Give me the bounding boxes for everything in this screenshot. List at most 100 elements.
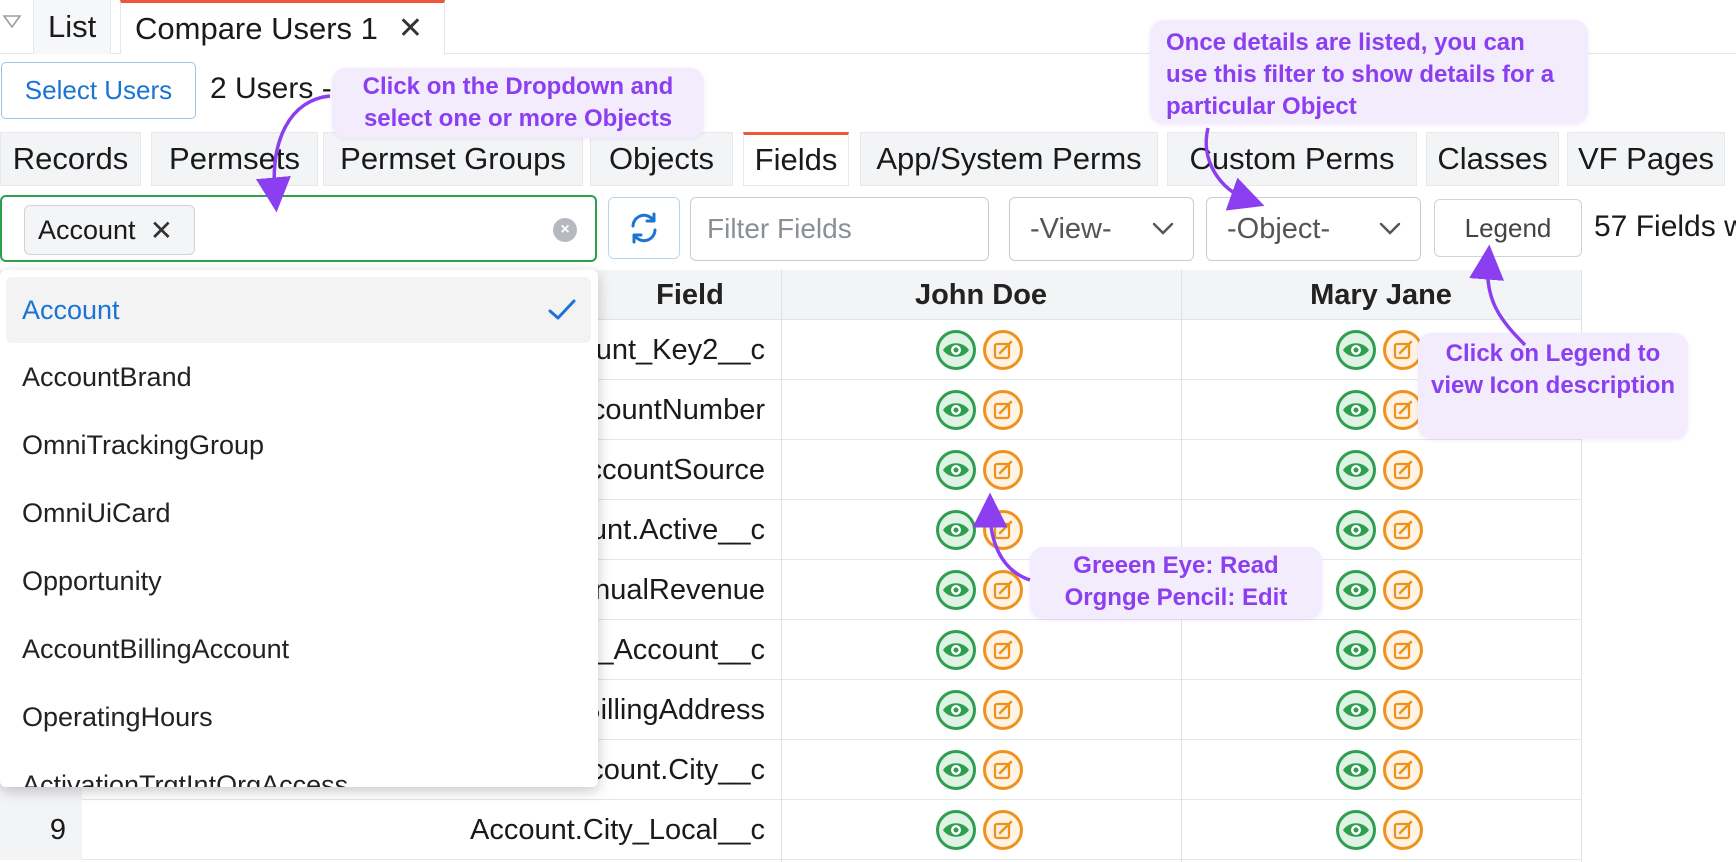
edit-pencil-icon: [1383, 690, 1423, 730]
refresh-icon: [631, 212, 657, 244]
dropdown-option[interactable]: OperatingHours: [6, 684, 591, 750]
object-select-value: -Object-: [1227, 212, 1331, 245]
close-tab-icon[interactable]: ✕: [398, 11, 423, 46]
read-eye-icon: [1336, 330, 1376, 370]
dropdown-option-label: Account: [22, 294, 120, 325]
compare-users-app: List Compare Users 1 ✕ Select Users 2 Us…: [0, 0, 1736, 862]
read-eye-icon: [936, 630, 976, 670]
object-multiselect[interactable]: Account ✕ ×: [0, 195, 597, 262]
object-dropdown-list: Account AccountBrand OmniTrackingGroup O…: [0, 270, 598, 787]
read-eye-icon: [936, 750, 976, 790]
edit-pencil-icon: [1383, 750, 1423, 790]
dropdown-option-label: AccountBrand: [22, 361, 192, 392]
view-select[interactable]: -View-: [1009, 197, 1194, 261]
users-count: 2 Users -: [210, 72, 332, 105]
edit-pencil-icon: [983, 390, 1023, 430]
read-eye-icon: [1336, 510, 1376, 550]
edit-pencil-icon: [983, 570, 1023, 610]
tab-compare-users-label: Compare Users 1: [135, 10, 378, 46]
callout-legend-hint: Click on Legend to view Icon description: [1418, 333, 1688, 439]
read-eye-icon: [936, 690, 976, 730]
edit-pencil-icon: [983, 690, 1023, 730]
read-eye-icon: [1336, 570, 1376, 610]
select-users-button[interactable]: Select Users: [1, 62, 196, 119]
object-select[interactable]: -Object-: [1206, 197, 1421, 261]
read-eye-icon: [936, 510, 976, 550]
read-eye-icon: [936, 810, 976, 850]
chevron-down-icon: [1152, 222, 1174, 235]
row-field-name: Account.City_Local__c: [470, 813, 765, 846]
row-number: 9: [0, 800, 82, 860]
callout-dropdown-hint: Click on the Dropdown and select one or …: [332, 68, 704, 138]
selected-object-label: Account: [38, 214, 136, 245]
dropdown-option[interactable]: Account: [6, 277, 591, 343]
callout-object-filter-hint: Once details are listed, you can use thi…: [1150, 20, 1588, 124]
dropdown-option[interactable]: ActivationTrgtIntOrgAccess: [6, 752, 591, 788]
header-user-1[interactable]: John Doe: [781, 270, 1181, 320]
dropdown-option-label: ActivationTrgtIntOrgAccess: [22, 769, 349, 788]
tab-compare-users[interactable]: Compare Users 1 ✕: [120, 0, 445, 54]
callout-icons-hint: Greeen Eye: Read Orgnge Pencil: Edit: [1030, 547, 1322, 619]
edit-pencil-icon: [1383, 450, 1423, 490]
chevron-down-icon: [1379, 222, 1401, 235]
dropdown-option-label: OperatingHours: [22, 701, 213, 732]
tab-permsets[interactable]: Permsets: [151, 132, 318, 186]
read-eye-icon: [1336, 690, 1376, 730]
edit-pencil-icon: [1383, 330, 1423, 370]
read-eye-icon: [1336, 450, 1376, 490]
table-row: 9 Account.City_Local__c: [0, 800, 1581, 860]
read-eye-icon: [936, 330, 976, 370]
tab-records[interactable]: Records: [0, 132, 141, 186]
dropdown-option-label: OmniUiCard: [22, 497, 171, 528]
legend-button[interactable]: Legend: [1434, 199, 1582, 257]
tab-list-label: List: [48, 9, 97, 44]
read-eye-icon: [936, 570, 976, 610]
read-eye-icon: [936, 450, 976, 490]
edit-pencil-icon: [983, 810, 1023, 850]
read-eye-icon: [1336, 390, 1376, 430]
tab-custom-perms[interactable]: Custom Perms: [1167, 132, 1417, 186]
dropdown-option-label: Opportunity: [22, 565, 162, 596]
view-select-value: -View-: [1030, 212, 1112, 245]
read-eye-icon: [1336, 810, 1376, 850]
edit-pencil-icon: [1383, 810, 1423, 850]
tab-vf-pages[interactable]: VF Pages: [1567, 132, 1725, 186]
header-user-2[interactable]: Mary Jane: [1181, 270, 1581, 320]
dropdown-option-label: OmniTrackingGroup: [22, 429, 265, 460]
read-eye-icon: [1336, 630, 1376, 670]
checkmark-icon: [548, 299, 576, 320]
edit-pencil-icon: [1383, 570, 1423, 610]
dropdown-option[interactable]: Opportunity: [6, 548, 591, 614]
tab-objects[interactable]: Objects: [590, 132, 733, 186]
tab-list[interactable]: List: [33, 0, 111, 54]
selected-object-pill: Account ✕: [24, 205, 195, 255]
tab-fields[interactable]: Fields: [743, 132, 849, 186]
column-divider: [781, 270, 782, 862]
remove-pill-icon[interactable]: ✕: [150, 214, 173, 247]
dropdown-option[interactable]: AccountBrand: [6, 344, 591, 410]
tab-permset-groups[interactable]: Permset Groups: [323, 132, 583, 186]
filter-fields-input[interactable]: [690, 197, 989, 261]
sub-tab-bar: Records Permsets Permset Groups Objects …: [0, 132, 1736, 186]
edit-pencil-icon: [983, 330, 1023, 370]
tab-classes[interactable]: Classes: [1426, 132, 1559, 186]
edit-pencil-icon: [983, 630, 1023, 670]
dropdown-option[interactable]: OmniUiCard: [6, 480, 591, 546]
dropdown-option-label: AccountBillingAccount: [22, 633, 290, 664]
edit-pencil-icon: [983, 510, 1023, 550]
dropdown-option[interactable]: OmniTrackingGroup: [6, 412, 591, 478]
edit-pencil-icon: [1383, 510, 1423, 550]
clear-selection-icon[interactable]: ×: [553, 218, 577, 242]
dropdown-option[interactable]: AccountBillingAccount: [6, 616, 591, 682]
edit-pencil-icon: [1383, 630, 1423, 670]
tab-app-system-perms[interactable]: App/System Perms: [860, 132, 1158, 186]
edit-pencil-icon: [1383, 390, 1423, 430]
read-eye-icon: [936, 390, 976, 430]
fields-count: 57 Fields w: [1594, 210, 1736, 243]
edit-pencil-icon: [983, 450, 1023, 490]
collapse-triangle-icon[interactable]: [2, 12, 22, 32]
header-field[interactable]: Field: [600, 270, 780, 320]
read-eye-icon: [1336, 750, 1376, 790]
edit-pencil-icon: [983, 750, 1023, 790]
refresh-button[interactable]: [608, 197, 680, 259]
